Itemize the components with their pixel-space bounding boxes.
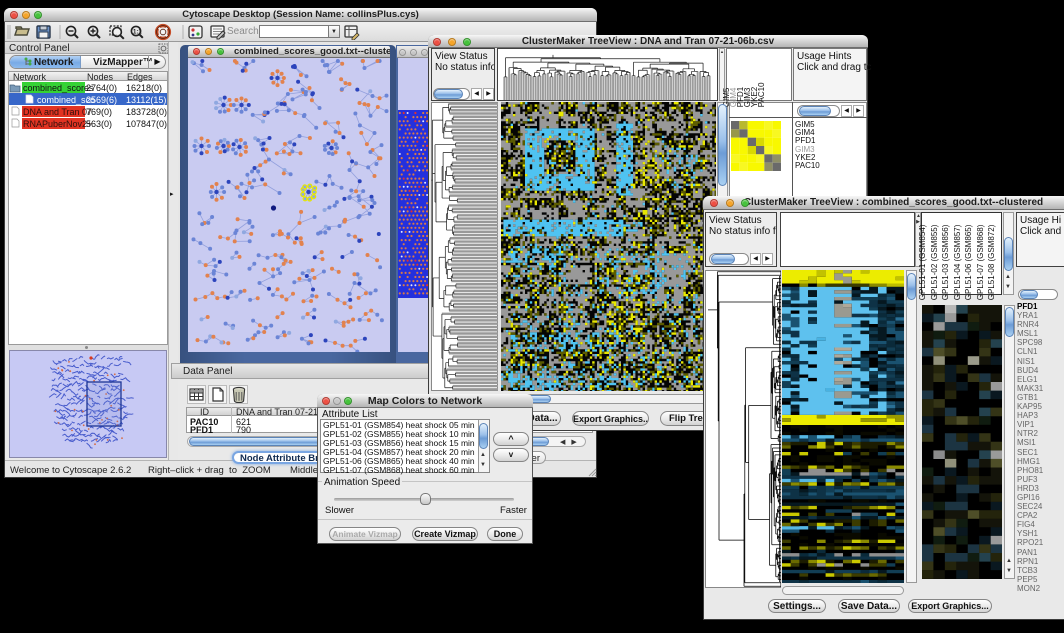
svg-text:1:1: 1:1	[133, 30, 142, 36]
